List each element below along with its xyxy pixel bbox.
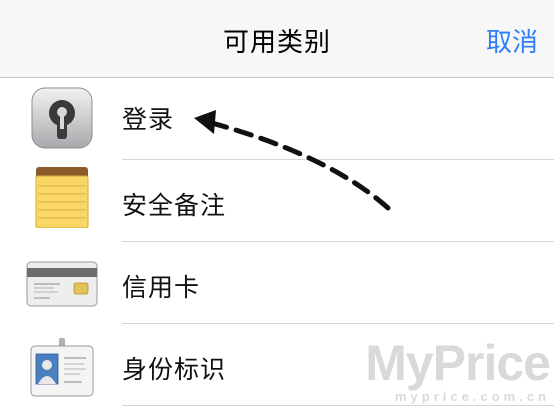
- credit-card-icon: [26, 261, 98, 307]
- category-item-credit-card[interactable]: 信用卡: [0, 242, 554, 324]
- secure-note-icon: [35, 167, 89, 228]
- page-title: 可用类别: [222, 28, 331, 58]
- tutorial-arrow: [194, 110, 391, 211]
- watermark-url: myprice.com.cn: [395, 389, 550, 404]
- category-label: 信用卡: [122, 273, 201, 302]
- navigation-bar: 可用类别 取消: [0, 0, 554, 78]
- identity-badge-icon: [30, 338, 94, 397]
- login-lock-icon: [31, 87, 93, 149]
- row-divider: [122, 405, 554, 406]
- cancel-button[interactable]: 取消: [486, 22, 538, 59]
- category-label: 登录: [122, 105, 175, 134]
- watermark-brand: MyPrice: [365, 335, 551, 391]
- category-label: 身份标识: [122, 355, 227, 384]
- watermark: MyPrice myprice.com.cn: [365, 335, 551, 404]
